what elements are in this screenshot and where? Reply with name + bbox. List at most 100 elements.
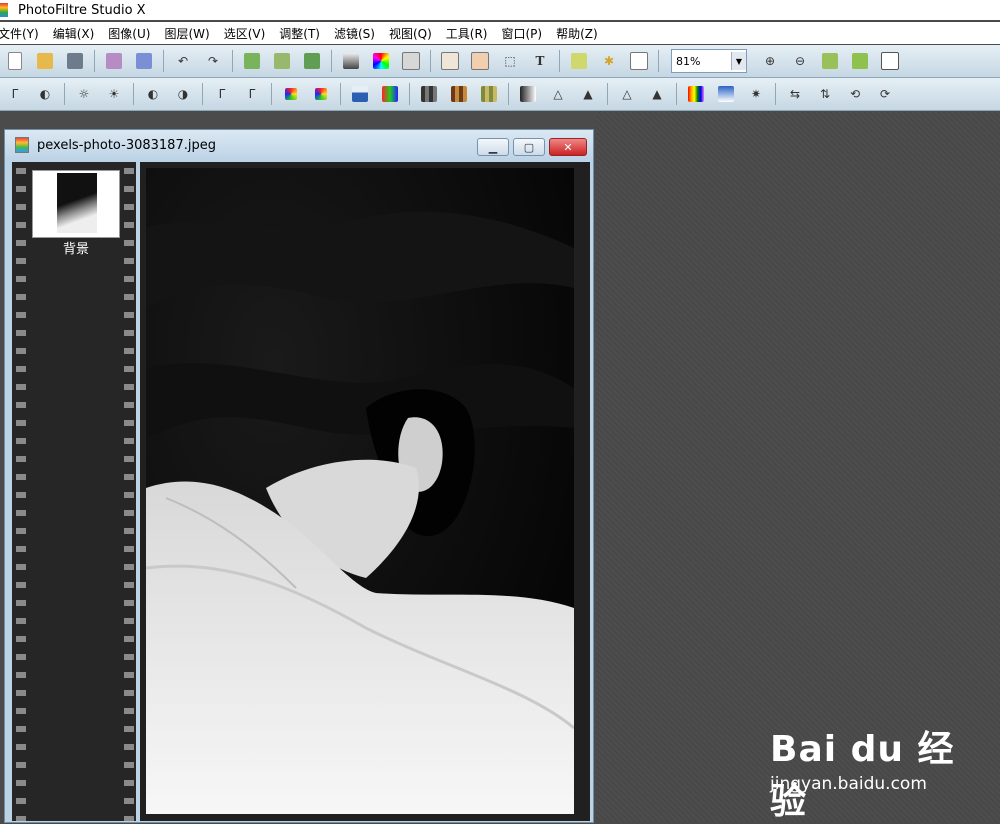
effect-button[interactable]: ✷ [745, 83, 767, 105]
layer-manager-icon [571, 53, 587, 69]
menu-view[interactable]: 视图(Q) [389, 25, 432, 42]
minimize-button[interactable]: ▁ [477, 138, 509, 156]
undo-icon: ↶ [177, 54, 189, 68]
mosaic-button[interactable] [478, 83, 500, 105]
menu-tools[interactable]: 工具(R) [446, 25, 488, 42]
layer-manager-button[interactable] [568, 50, 590, 72]
sharpen-button[interactable] [448, 83, 470, 105]
menu-filter[interactable]: 滤镜(S) [334, 25, 375, 42]
menu-selection[interactable]: 选区(V) [224, 25, 266, 42]
image-file-icon [15, 137, 29, 153]
rotate-right-button[interactable]: ⟳ [874, 83, 896, 105]
zoom-out-icon: ⊖ [794, 54, 806, 68]
monitor-icon [881, 52, 899, 70]
redo-icon: ↷ [207, 54, 219, 68]
auto-levels-icon: Γ [11, 87, 19, 101]
emboss-button[interactable]: ▲ [646, 83, 668, 105]
menu-layer[interactable]: 图层(W) [164, 25, 209, 42]
toolbar-separator [607, 83, 608, 105]
gamma-down-button[interactable]: Γ [211, 83, 233, 105]
zoom-select[interactable]: 81% ▼ [671, 49, 747, 73]
blur-button[interactable] [418, 83, 440, 105]
layer-strip: 背景 [12, 162, 136, 821]
saturation-up-button[interactable] [310, 83, 332, 105]
sparkle-icon: ✷ [750, 87, 762, 101]
text-button[interactable]: T [529, 50, 551, 72]
figure-alt-button[interactable] [469, 50, 491, 72]
scan-button[interactable] [133, 50, 155, 72]
photo-canvas[interactable] [146, 168, 574, 814]
print-button[interactable] [103, 50, 125, 72]
saturation-down-button[interactable] [280, 83, 302, 105]
brightness-up-button[interactable]: ☀ [103, 83, 125, 105]
menu-window[interactable]: 窗口(P) [501, 25, 542, 42]
contrast-up-button[interactable]: ◑ [172, 83, 194, 105]
contrast-down-button[interactable]: ◐ [142, 83, 164, 105]
actual-size-button[interactable] [849, 50, 871, 72]
auto-levels-button[interactable]: Γ [4, 83, 26, 105]
toolbar-separator [331, 50, 332, 72]
effects-button[interactable]: ✱ [598, 50, 620, 72]
puzzle-icon: ✱ [603, 54, 615, 68]
flip-h-button[interactable]: ⇆ [784, 83, 806, 105]
save-button[interactable] [64, 50, 86, 72]
zoom-out-button[interactable]: ⊖ [789, 50, 811, 72]
copy-icon [274, 53, 290, 69]
maximize-button[interactable]: ▢ [513, 138, 545, 156]
gradient-icon [343, 53, 359, 69]
folder-icon [37, 53, 53, 69]
redo-button[interactable]: ↷ [202, 50, 224, 72]
color-balance-button[interactable] [379, 83, 401, 105]
figure-button[interactable] [439, 50, 461, 72]
toolbar-separator [271, 83, 272, 105]
soften-button[interactable]: △ [547, 83, 569, 105]
palette-button[interactable] [370, 50, 392, 72]
toolbar-separator [163, 50, 164, 72]
menu-image[interactable]: 图像(U) [108, 25, 150, 42]
fullscreen-button[interactable] [879, 50, 901, 72]
histogram-button[interactable] [349, 83, 371, 105]
color-balance-icon [382, 86, 398, 102]
menu-help[interactable]: 帮助(Z) [556, 25, 598, 42]
grayscale-button[interactable] [517, 83, 539, 105]
selection-button[interactable]: ⬚ [499, 50, 521, 72]
layer-thumbnail[interactable] [32, 170, 120, 238]
chevron-down-icon[interactable]: ▼ [731, 52, 746, 70]
rotate-left-button[interactable]: ⟲ [844, 83, 866, 105]
contrast-down-icon: ◐ [147, 87, 159, 101]
document-titlebar[interactable]: pexels-photo-3083187.jpeg ▁ ▢ ✕ [5, 130, 593, 160]
toolbar-separator [232, 50, 233, 72]
sharpen-more-button[interactable]: △ [616, 83, 638, 105]
colorize-button[interactable] [685, 83, 707, 105]
gamma-down-icon: Γ [218, 87, 226, 101]
fit-window-button[interactable] [819, 50, 841, 72]
script-button[interactable] [400, 50, 422, 72]
toolbar-separator [430, 50, 431, 72]
paste-button[interactable] [241, 50, 263, 72]
document-title: pexels-photo-3083187.jpeg [37, 137, 216, 153]
auto-contrast-button[interactable]: ◐ [34, 83, 56, 105]
brightness-down-button[interactable]: ☼ [73, 83, 95, 105]
gradient-button[interactable] [340, 50, 362, 72]
toolbar-separator [202, 83, 203, 105]
palette-icon [373, 53, 389, 69]
close-button[interactable]: ✕ [549, 138, 587, 156]
selection-icon: ⬚ [504, 54, 516, 68]
toolbar-separator [658, 50, 659, 72]
printer-icon [106, 53, 122, 69]
gamma-up-button[interactable]: Γ [241, 83, 263, 105]
new-file-button[interactable] [4, 50, 26, 72]
paste-new-button[interactable] [301, 50, 323, 72]
window-button[interactable] [628, 50, 650, 72]
undo-button[interactable]: ↶ [172, 50, 194, 72]
zoom-in-button[interactable]: ⊕ [759, 50, 781, 72]
soften-more-button[interactable]: ▲ [577, 83, 599, 105]
open-button[interactable] [34, 50, 56, 72]
grid-icon [421, 86, 437, 102]
monitor-filter-button[interactable] [715, 83, 737, 105]
copy-button[interactable] [271, 50, 293, 72]
menu-adjust[interactable]: 调整(T) [279, 25, 320, 42]
menu-file[interactable]: 文件(Y) [0, 25, 39, 42]
flip-v-button[interactable]: ⇅ [814, 83, 836, 105]
menu-edit[interactable]: 编辑(X) [53, 25, 95, 42]
